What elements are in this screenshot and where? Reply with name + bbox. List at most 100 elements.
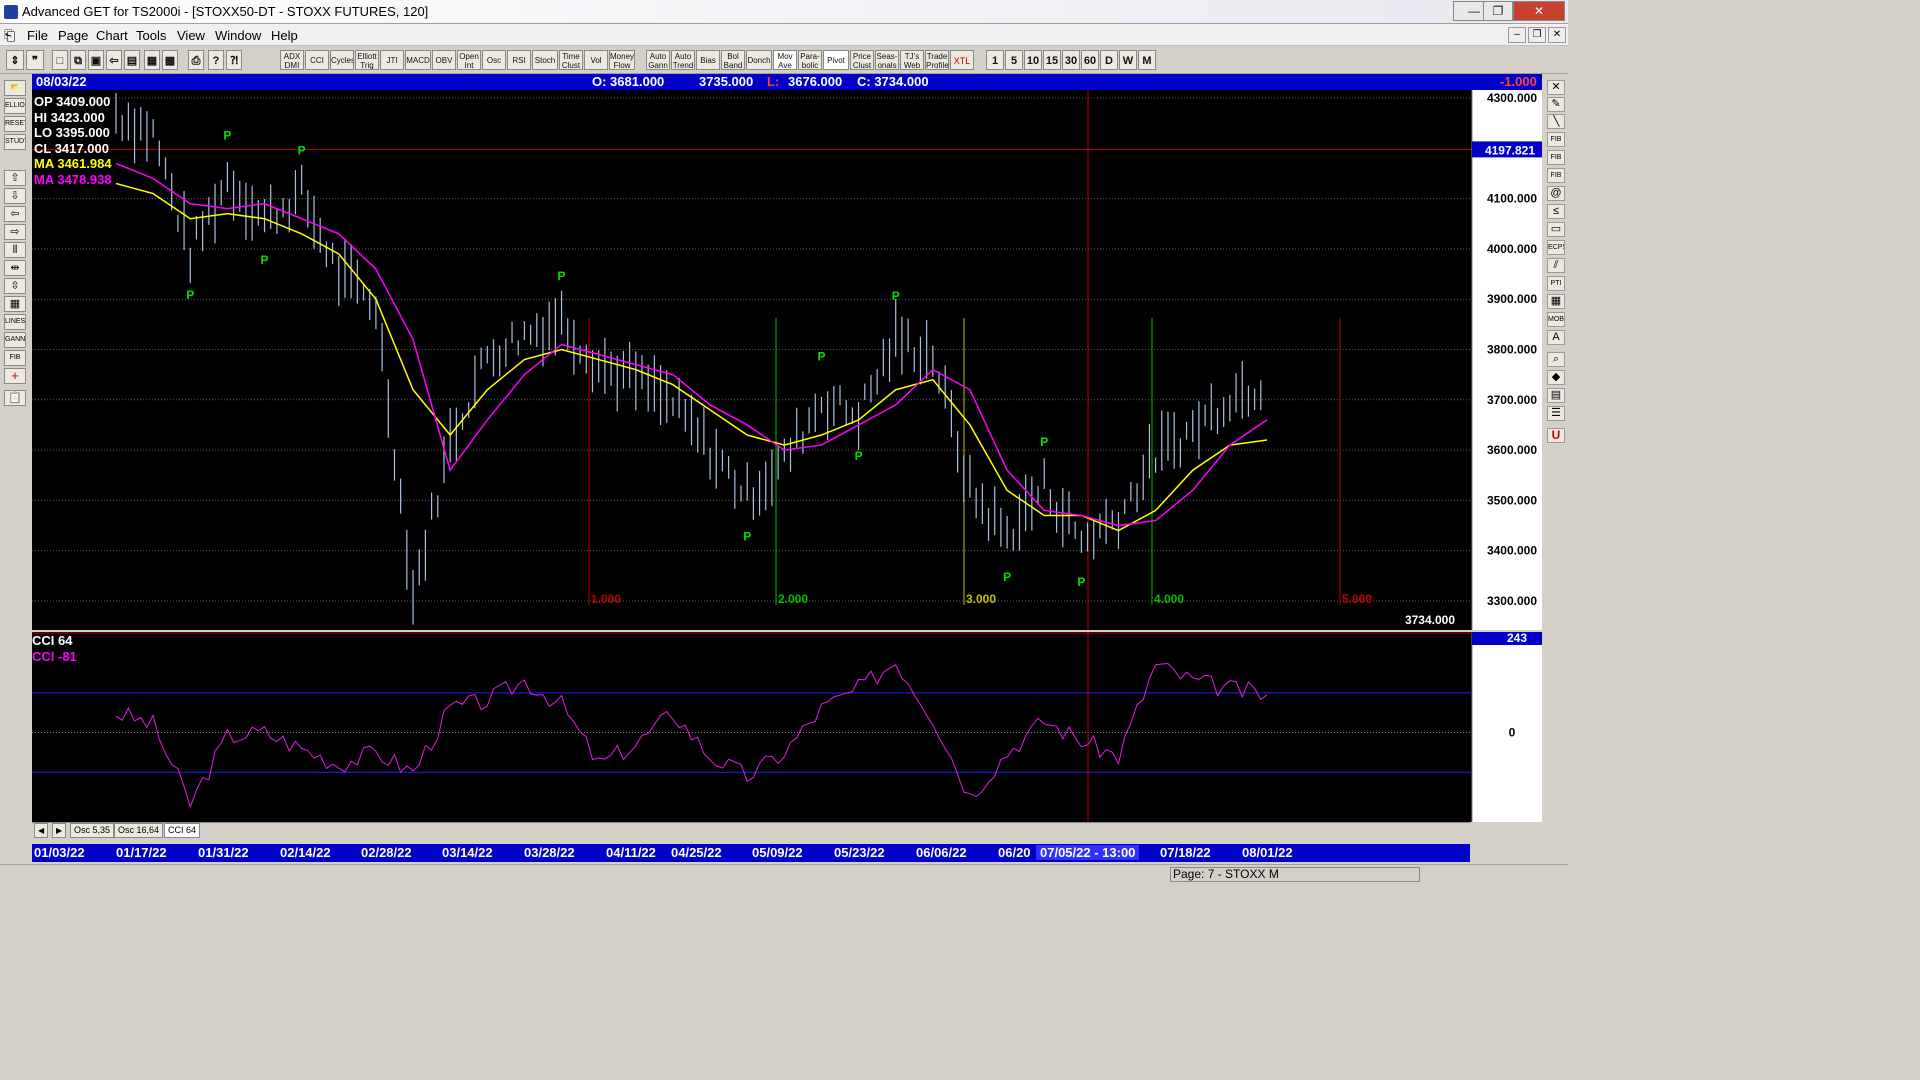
indicator-elliott-trig[interactable]: Elliott Trig (355, 50, 379, 70)
mdi-minimize-button[interactable]: – (1508, 27, 1526, 43)
grid-icon[interactable]: ▦ (144, 50, 160, 70)
print-icon[interactable]: ⎙ (188, 50, 204, 70)
back-icon[interactable]: ⇦ (106, 50, 122, 70)
price-chart[interactable]: 1.0002.0003.0004.0005.000 PPPPPPPPPPPPP … (32, 90, 1542, 644)
indicator-adx-dmi[interactable]: ADX DMI (280, 50, 304, 70)
indicator-money-flow[interactable]: Money Flow (609, 50, 635, 70)
tab-scroll-left[interactable]: ◀ (34, 823, 49, 838)
context-help-icon[interactable]: ⁈ (226, 50, 242, 70)
gann-tool[interactable]: GANN (4, 332, 26, 348)
fan-icon[interactable]: ≤ (1547, 204, 1565, 219)
grid-small-icon[interactable]: ▦ (1547, 294, 1565, 309)
indicator-jti[interactable]: JTI (380, 50, 404, 70)
text-icon[interactable]: A (1547, 330, 1565, 345)
indicator-vol[interactable]: Vol (584, 50, 608, 70)
layout-icon[interactable]: ▤ (124, 50, 140, 70)
close-button[interactable]: ✕ (1513, 1, 1565, 21)
close-cross-icon[interactable]: ✕ (1547, 80, 1565, 95)
menu-help[interactable]: Help (271, 28, 298, 43)
quote-tool-icon[interactable]: ❞ (26, 50, 44, 70)
indicator-time-clust[interactable]: Time Clust (559, 50, 583, 70)
tool-donch[interactable]: Donch (746, 50, 772, 70)
tab-osc-5-35[interactable]: Osc 5,35 (70, 823, 115, 838)
help-icon[interactable]: ? (208, 50, 224, 70)
timeframe-10[interactable]: 10 (1024, 50, 1042, 70)
timeframe-30[interactable]: 30 (1062, 50, 1080, 70)
menu-tools[interactable]: Tools (136, 28, 166, 43)
open-folder-icon[interactable]: 📂 (4, 80, 26, 96)
menu-window[interactable]: Window (215, 28, 261, 43)
zoom-icon[interactable]: ⌕ (1547, 352, 1565, 367)
tool-trade-profile[interactable]: Trade Profile (925, 50, 949, 70)
indicator-obv[interactable]: OBV (432, 50, 456, 70)
save-icon[interactable]: ▣ (88, 50, 104, 70)
menu-page[interactable]: Page (58, 28, 88, 43)
menu-chart[interactable]: Chart (96, 28, 128, 43)
timeframe-5[interactable]: 5 (1005, 50, 1023, 70)
document-icon[interactable]: ⎗ (4, 27, 20, 43)
tool-pivot[interactable]: Pivot (823, 50, 849, 70)
cci-panel[interactable]: 243 0 CCI 64 CCI -81 (32, 631, 1542, 822)
tab-cci-64[interactable]: CCI 64 (164, 823, 201, 838)
tab-osc-16-64[interactable]: Osc 16,64 (114, 823, 164, 838)
tool-auto-trend[interactable]: Auto Trend (671, 50, 695, 70)
tool-mov-ave[interactable]: Mov Ave (773, 50, 797, 70)
indicator-stoch[interactable]: Stoch (532, 50, 558, 70)
indicator-cci[interactable]: CCI (305, 50, 329, 70)
arrow-left-icon[interactable]: ⇦ (4, 206, 26, 222)
eraser-icon[interactable]: ◆ (1547, 370, 1565, 385)
tool-seasonals[interactable]: Seas-onals (875, 50, 899, 70)
indicator-cycles[interactable]: Cycles (330, 50, 354, 70)
tool-bias[interactable]: Bias (696, 50, 720, 70)
tool-price-clust[interactable]: Price Clust (850, 50, 874, 70)
lines-tool[interactable]: LINES (4, 314, 26, 330)
line-icon[interactable]: ╲ (1547, 114, 1565, 129)
ecps-tool[interactable]: ECPS (1547, 240, 1565, 255)
channel-icon[interactable]: ⫽ (1547, 258, 1565, 273)
crosshair-icon[interactable]: + (4, 368, 26, 384)
copy-icon[interactable]: ⧉ (70, 50, 86, 70)
box-icon[interactable]: ▭ (1547, 222, 1565, 237)
maximize-button[interactable]: ❐ (1483, 1, 1513, 21)
timeframe-w[interactable]: W (1119, 50, 1137, 70)
reset-tool[interactable]: RESET (4, 116, 26, 132)
tile-icon[interactable]: ▩ (162, 50, 178, 70)
pencil-icon[interactable]: ✎ (1547, 97, 1565, 112)
tool-xtl[interactable]: XTL (950, 50, 974, 70)
bars-icon[interactable]: ⫴ (4, 242, 26, 258)
fib-ext-tool[interactable]: FIB EXT (1547, 150, 1565, 165)
indicator-open-int[interactable]: Open Int (457, 50, 481, 70)
price-chart-svg[interactable]: 1.0002.0003.0004.0005.000 PPPPPPPPPPPPP … (32, 90, 1542, 644)
mob-tool[interactable]: MOB (1547, 312, 1565, 327)
arrow-down-icon[interactable]: ⇩ (4, 188, 26, 204)
timeframe-m[interactable]: M (1138, 50, 1156, 70)
list-icon[interactable]: ☰ (1547, 406, 1565, 421)
fib-tool[interactable]: FIB (4, 350, 26, 366)
timeframe-60[interactable]: 60 (1081, 50, 1099, 70)
tool-tjs-web[interactable]: TJ's Web (900, 50, 924, 70)
new-icon[interactable]: □ (52, 50, 68, 70)
tool-parabolic[interactable]: Para-bolic (798, 50, 822, 70)
tool-bol-band[interactable]: Bol Band (721, 50, 745, 70)
indicator-rsi[interactable]: RSI (507, 50, 531, 70)
fib-time-tool[interactable]: FIB TIME (1547, 168, 1565, 183)
menu-view[interactable]: View (177, 28, 205, 43)
pointer-tool-icon[interactable]: ⇕ (6, 50, 24, 70)
table-icon[interactable]: ▤ (1547, 388, 1565, 403)
arrow-right-icon[interactable]: ⇨ (4, 224, 26, 240)
timeframe-1[interactable]: 1 (986, 50, 1004, 70)
indicator-osc[interactable]: Osc (482, 50, 506, 70)
elliott-tool[interactable]: ELLIOTT (4, 98, 26, 114)
menu-file[interactable]: File (27, 28, 48, 43)
spiral-icon[interactable]: @ (1547, 186, 1565, 201)
mdi-close-button[interactable]: ✕ (1548, 27, 1566, 43)
grid-tool-icon[interactable]: ▦ (4, 296, 26, 312)
timeframe-15[interactable]: 15 (1043, 50, 1061, 70)
undo-icon[interactable]: U (1547, 428, 1565, 443)
study-tool[interactable]: STUDY (4, 134, 26, 150)
mdi-restore-button[interactable]: ❐ (1528, 27, 1546, 43)
indicator-macd[interactable]: MACD (405, 50, 431, 70)
compress-icon[interactable]: ⇳ (4, 278, 26, 294)
fib-ret-tool[interactable]: FIB RET (1547, 132, 1565, 147)
pti-tool[interactable]: PTI (1547, 276, 1565, 291)
